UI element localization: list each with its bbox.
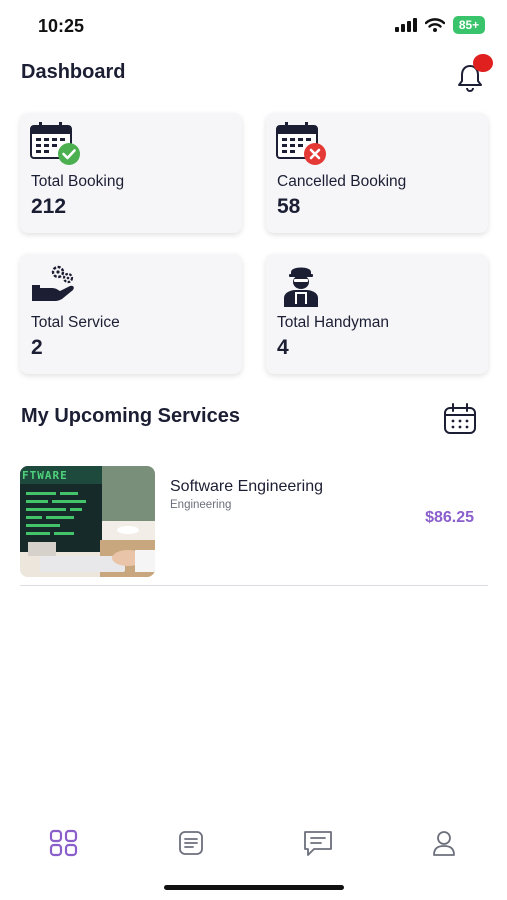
chat-icon [304, 831, 332, 856]
nav-item-profile[interactable] [428, 828, 462, 858]
stat-card-total-handyman[interactable]: Total Handyman 4 [266, 254, 488, 374]
status-bar: 10:25 85+ [0, 0, 507, 50]
calendar-button[interactable] [443, 403, 477, 435]
list-icon [179, 831, 203, 855]
home-indicator[interactable] [164, 885, 344, 890]
stat-value: 58 [277, 195, 301, 218]
calendar-cancel-icon [276, 122, 326, 165]
stat-card-total-service[interactable]: Total Service 2 [20, 254, 242, 374]
calendar-icon [444, 403, 476, 434]
page-title: Dashboard [21, 61, 126, 83]
signal-icon [395, 18, 417, 32]
service-thumbnail: FTWARE [20, 466, 155, 577]
status-icons: 85+ [395, 16, 485, 34]
stat-label: Cancelled Booking [277, 173, 407, 190]
nav-item-dashboard[interactable] [48, 828, 82, 858]
service-name: Software Engineering [170, 478, 323, 495]
calendar-check-icon [30, 122, 80, 165]
service-image [20, 466, 155, 577]
stat-value: 4 [277, 336, 289, 359]
stat-label: Total Handyman [277, 314, 390, 331]
hand-gears-icon [32, 265, 74, 301]
bottom-nav [0, 820, 507, 870]
stat-label: Total Service [31, 314, 120, 331]
thumb-text: FTWARE [22, 469, 68, 482]
profile-icon [433, 831, 455, 856]
stat-card-total-booking[interactable]: Total Booking 212 [20, 113, 242, 233]
notification-button[interactable] [453, 54, 493, 94]
header: Dashboard [21, 54, 493, 94]
section-title-upcoming: My Upcoming Services [21, 405, 240, 427]
status-time: 10:25 [38, 16, 85, 36]
stat-label: Total Booking [31, 173, 125, 190]
service-category: Engineering [170, 499, 232, 511]
service-price: $86.25 [425, 509, 474, 526]
nav-item-chat[interactable] [302, 828, 336, 858]
notification-badge [473, 54, 493, 72]
nav-item-bookings[interactable] [175, 828, 209, 858]
stat-card-cancelled-booking[interactable]: Cancelled Booking 58 [266, 113, 488, 233]
battery-indicator: 85+ [453, 16, 485, 34]
service-list-item[interactable]: FTWARE Software Engineering Engineering … [20, 466, 488, 586]
stat-value: 2 [31, 336, 43, 359]
grid-icon [49, 829, 78, 857]
wifi-icon [425, 18, 445, 32]
handyman-icon [284, 267, 318, 307]
stat-value: 212 [31, 195, 67, 218]
